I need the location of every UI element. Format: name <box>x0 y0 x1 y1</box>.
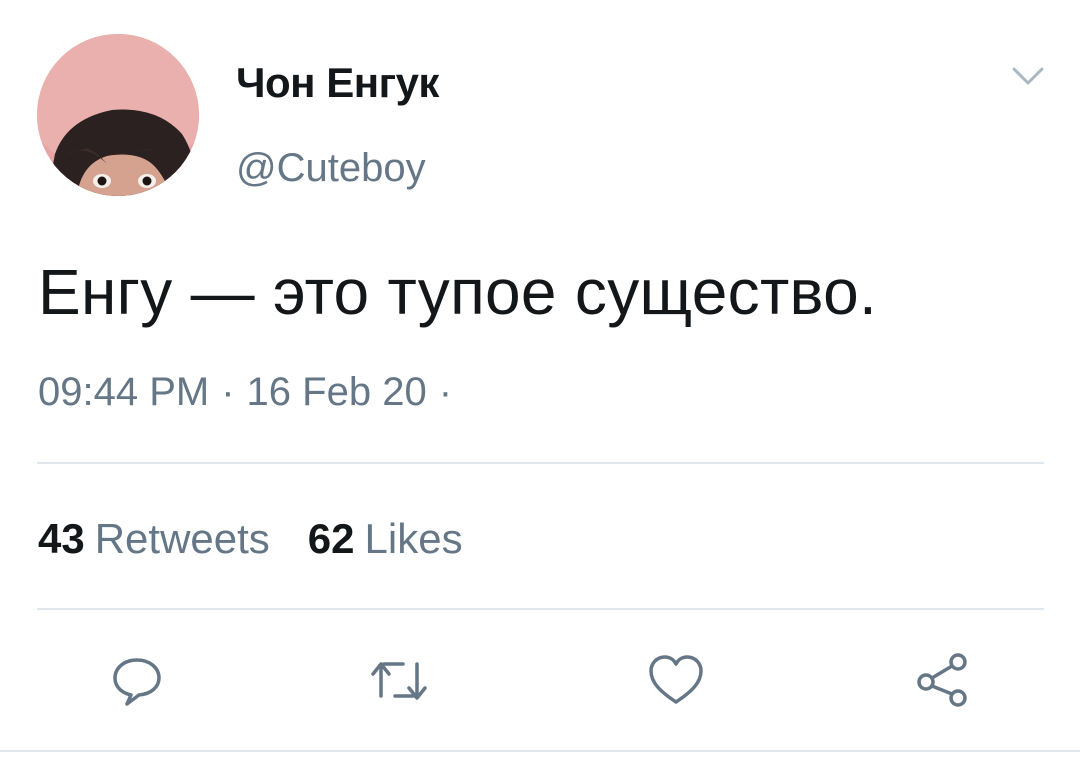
tweet-date: 16 Feb 20 <box>246 370 427 414</box>
share-button[interactable] <box>913 650 973 710</box>
retweet-icon <box>371 662 427 700</box>
avatar-image <box>37 34 199 196</box>
retweets-label: Retweets <box>94 515 270 562</box>
retweets-stat[interactable]: 43 Retweets <box>38 515 270 562</box>
chevron-down-icon[interactable] <box>1010 64 1046 88</box>
tweet-stats: 43 Retweets 62 Likes <box>38 518 463 560</box>
tweet-card: Чон Енгук @Cuteboy Енгу — это тупое суще… <box>0 0 1080 770</box>
likes-label: Likes <box>364 515 463 562</box>
meta-separator-trailing: · <box>438 370 453 414</box>
heart-icon <box>649 655 703 704</box>
display-name[interactable]: Чон Енгук <box>236 62 439 104</box>
retweet-button[interactable] <box>369 650 429 710</box>
avatar[interactable] <box>37 34 199 196</box>
likes-count: 62 <box>307 515 355 562</box>
tweet-text: Енгу — это тупое существо. <box>38 256 878 328</box>
reply-icon <box>113 658 161 706</box>
meta-separator: · <box>221 370 235 414</box>
divider <box>37 608 1044 610</box>
bottom-divider <box>0 750 1080 752</box>
share-icon <box>917 653 967 707</box>
reply-button[interactable] <box>107 650 167 710</box>
divider <box>37 462 1044 464</box>
likes-stat[interactable]: 62 Likes <box>308 515 463 562</box>
tweet-time: 09:44 PM <box>38 370 210 414</box>
tweet-timestamp[interactable]: 09:44 PM · 16 Feb 20 · <box>38 372 464 412</box>
like-button[interactable] <box>646 650 706 710</box>
user-handle[interactable]: @Cuteboy <box>236 148 426 188</box>
retweets-count: 43 <box>38 515 85 562</box>
